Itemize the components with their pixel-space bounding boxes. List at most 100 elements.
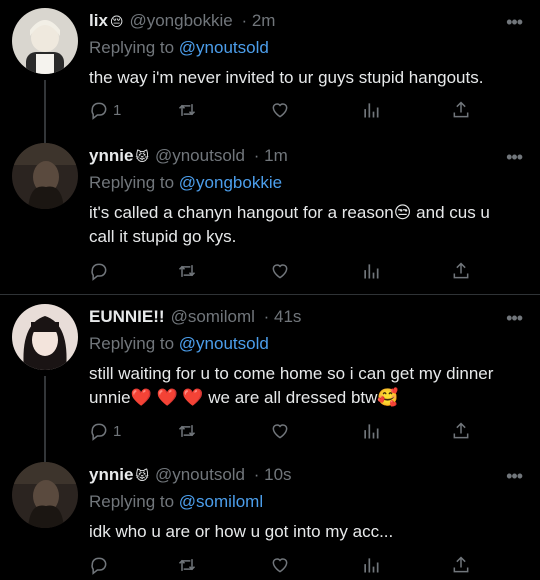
retweet-icon [178,559,196,571]
reply-icon [91,423,107,441]
mention-link[interactable]: @ynoutsold [179,38,269,57]
tweet-header: ynnie 😾 @ynoutsold · 1m [89,146,288,166]
replying-to: Replying to @yongbokkie [89,173,282,193]
mention-link[interactable]: @somiloml [179,492,263,511]
display-name[interactable]: ynnie [89,146,133,165]
timestamp[interactable]: · 2m [241,11,275,30]
thread-line [44,376,46,458]
heart-icon [272,103,288,118]
views-button[interactable] [361,259,381,283]
views-icon [364,264,379,279]
replying-to: Replying to @ynoutsold [89,334,269,354]
reply-button[interactable]: 1 [89,419,121,443]
action-bar: 1 [89,98,509,122]
share-button[interactable] [451,98,471,122]
user-handle[interactable]: @somiloml [171,307,255,326]
tweet-text-line: idk who u are or how u got into my acc..… [89,522,394,541]
mention-link[interactable]: @ynoutsold [179,334,269,353]
heart-icon [272,424,288,439]
tweet-text: it's called a chanyn hangout for a reaso… [89,201,524,249]
reply-icon [91,263,107,281]
tweet-header: EUNNIE!! @somiloml · 41s [89,307,301,327]
user-handle[interactable]: @ynoutsold [155,146,245,165]
replying-to: Replying to @somiloml [89,492,263,512]
user-handle[interactable]: @yongbokkie [129,11,232,30]
tweet-4[interactable]: ynnie 😾 @ynoutsold · 10s ••• Replying to @… [0,454,540,580]
heart-icon [272,264,288,279]
share-button[interactable] [451,553,471,577]
divider [0,294,540,295]
retweet-button[interactable] [177,419,197,443]
views-button[interactable] [361,553,381,577]
like-button[interactable] [270,553,290,577]
user-handle[interactable]: @ynoutsold [155,465,245,484]
like-button[interactable] [270,419,290,443]
reply-button[interactable] [89,553,109,577]
action-bar [89,553,509,577]
tweet-text-line: it's called a chanyn hangout for a reaso… [89,203,490,222]
share-button[interactable] [451,419,471,443]
timestamp[interactable]: · 1m [254,146,288,165]
tweet-header: lix 😔 @yongbokkie · 2m [89,11,275,31]
more-icon[interactable]: ••• [506,12,523,33]
thread-line [44,454,46,462]
mention-link[interactable]: @yongbokkie [179,173,282,192]
more-icon[interactable]: ••• [506,466,523,487]
share-icon [453,262,469,279]
display-name[interactable]: ynnie [89,465,133,484]
tweet-text-line: still waiting for u to come home so i ca… [89,364,494,383]
replying-to-label: Replying to [89,173,175,192]
replying-to-label: Replying to [89,38,175,57]
retweet-button[interactable] [177,259,197,283]
retweet-icon [178,104,196,116]
avatar-ynnie[interactable] [12,143,78,209]
views-icon [364,558,379,573]
name-emoji: 😾 [135,468,149,483]
tweet-text: idk who u are or how u got into my acc..… [89,520,524,544]
like-button[interactable] [270,98,290,122]
views-button[interactable] [361,419,381,443]
display-name[interactable]: lix [89,11,108,30]
reply-count: 1 [113,101,122,119]
heart-icon [272,558,288,573]
tweet-1[interactable]: lix 😔 @yongbokkie · 2m ••• Replying to @yn… [0,0,540,140]
tweet-2[interactable]: ynnie 😾 @ynoutsold · 1m ••• Replying to @y… [0,135,540,295]
reply-icon [91,102,107,120]
name-emoji: 😔 [109,14,124,29]
retweet-button[interactable] [177,98,197,122]
share-icon [453,422,469,439]
tweet-text-line: the way i'm never invited to ur guys stu… [89,68,484,87]
like-button[interactable] [270,259,290,283]
thread-line [44,135,46,143]
share-button[interactable] [451,259,471,283]
tweet-text-line: call it stupid go kys. [89,227,237,246]
views-icon [364,424,379,439]
retweet-icon [178,265,196,277]
tweet-text: the way i'm never invited to ur guys stu… [89,66,524,90]
display-name[interactable]: EUNNIE!! [89,307,165,326]
share-icon [453,101,469,118]
share-icon [453,556,469,573]
avatar-lix[interactable] [12,8,78,74]
thread-line [44,80,46,140]
reply-icon [91,557,107,575]
tweet-text-line: unnie❤️ ❤️ ❤️ we are all dressed btw🥰 [89,388,399,407]
tweet-header: ynnie 😾 @ynoutsold · 10s [89,465,292,485]
action-bar: 1 [89,419,509,443]
reply-button[interactable]: 1 [89,98,121,122]
views-button[interactable] [361,98,381,122]
replying-to-label: Replying to [89,334,175,353]
timestamp[interactable]: · 41s [264,307,302,326]
timestamp[interactable]: · 10s [254,465,292,484]
more-icon[interactable]: ••• [506,308,523,329]
retweet-button[interactable] [177,553,197,577]
avatar-ynnie[interactable] [12,462,78,528]
more-icon[interactable]: ••• [506,147,523,168]
reply-button[interactable] [89,259,109,283]
action-bar [89,259,509,283]
views-icon [364,103,379,118]
retweet-icon [178,425,196,437]
avatar-eunnie[interactable] [12,304,78,370]
replying-to: Replying to @ynoutsold [89,38,269,58]
tweet-3[interactable]: EUNNIE!! @somiloml · 41s ••• Replying to … [0,296,540,458]
